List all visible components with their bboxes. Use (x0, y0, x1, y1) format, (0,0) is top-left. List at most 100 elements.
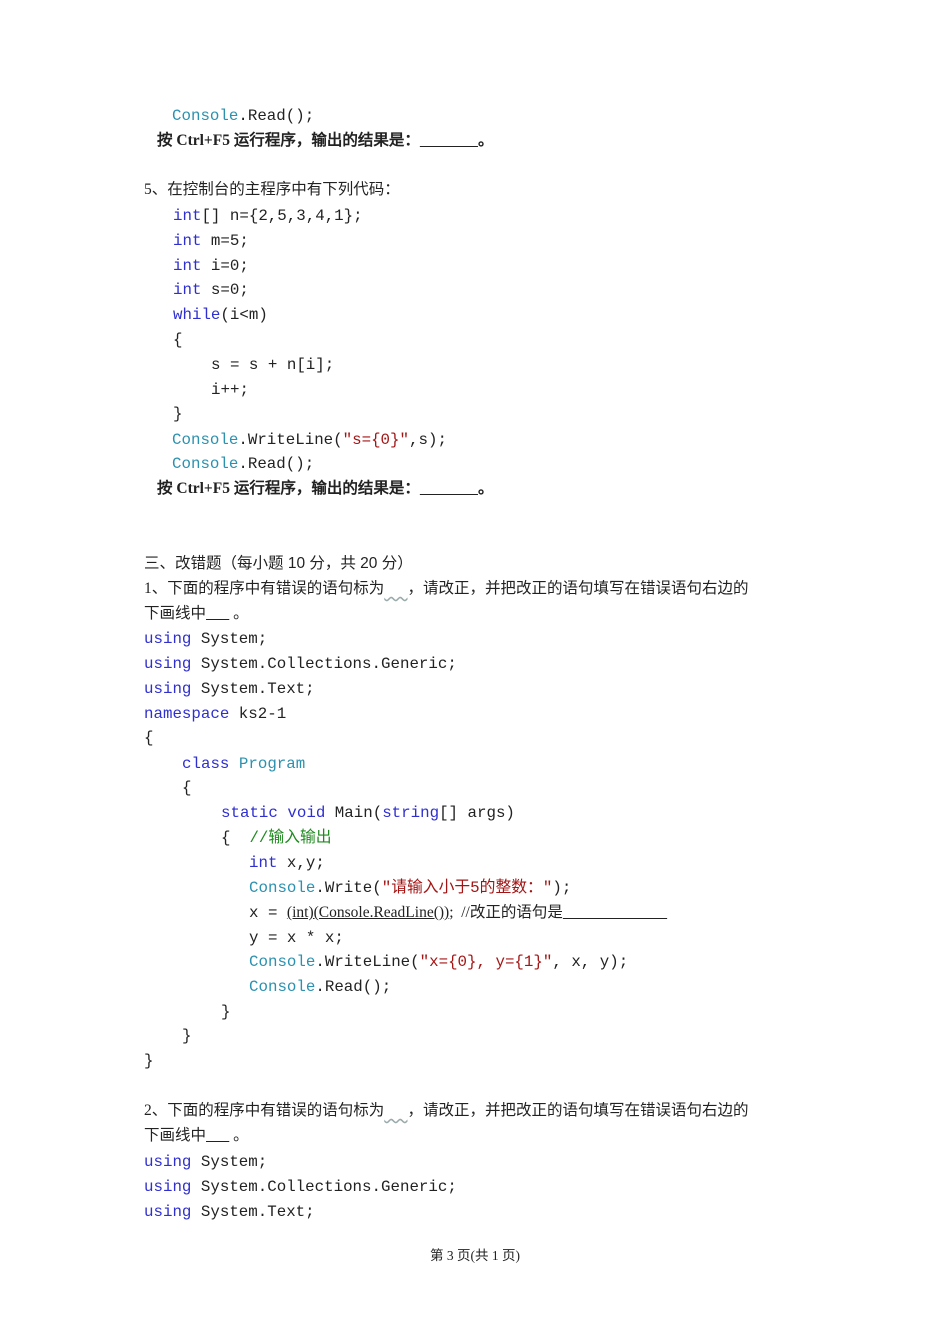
text-segment: .Write( (315, 879, 382, 897)
code-line: while(i<m) (173, 305, 268, 325)
code-line: using System.Collections.Generic; (144, 1177, 457, 1197)
text-segment: .Read(); (238, 455, 315, 473)
code-line: y = x * x; (249, 928, 344, 948)
page-footer: 第 3 页(共 1 页) (430, 1248, 520, 1263)
text-segment: 。 (229, 605, 249, 622)
text-segment: System.Collections.Generic; (191, 1178, 457, 1196)
text-segment: 。 (477, 480, 494, 497)
code-line: Console.WriteLine("s={0}",s); (172, 430, 447, 450)
text-segment: 按 Ctrl+F5 运行程序，输出的结果是： (157, 480, 420, 497)
code-line: s = s + n[i]; (211, 355, 334, 375)
text-segment: i++; (211, 381, 249, 399)
answer-blank-wavy (384, 580, 407, 597)
code-type: Console (249, 879, 316, 897)
text-segment: 三、改错题（ (144, 555, 238, 572)
code-line: int[] n={2,5,3,4,1}; (173, 206, 363, 226)
error-statement: (int)(Console.ReadLine()) (286, 904, 450, 921)
text-segment: Main( (325, 804, 383, 822)
code-keyword: using (144, 1178, 192, 1196)
answer-blank (420, 132, 478, 149)
code-line: Console.Read(); (172, 454, 314, 474)
code-line: } (144, 1051, 153, 1071)
text-segment: ） (397, 555, 413, 572)
text-segment: System.Collections.Generic; (191, 655, 457, 673)
answer-blank-wavy (384, 1102, 407, 1119)
code-keyword: int (173, 257, 202, 275)
code-comment: //输入输出 (249, 829, 332, 847)
code-string: "s={0}" (342, 431, 409, 449)
text-segment: x = (249, 904, 287, 922)
code-string: "请输入小于5的整数：" (381, 879, 553, 897)
text-segment: { (173, 331, 183, 349)
code-keyword: int (173, 232, 202, 250)
text-segment: } (173, 405, 183, 423)
code-line: i++; (211, 380, 249, 400)
answer-blank (206, 605, 229, 622)
code-line: { (182, 778, 191, 798)
code-line: } (182, 1026, 191, 1046)
code-keyword: using (144, 1203, 192, 1221)
code-keyword: int (173, 207, 202, 225)
text-line: 2、下面的程序中有错误的语句标为 ，请改正，并把改正的语句填写在错误语句右边的 (144, 1101, 749, 1121)
text-segment: s=0; (201, 281, 249, 299)
code-keyword: int (249, 854, 278, 872)
code-type: Console (249, 978, 316, 996)
text-segment: i=0; (201, 257, 249, 275)
code-line: using System.Text; (144, 1202, 315, 1222)
code-type: Console (249, 953, 316, 971)
code-type: Console (172, 431, 239, 449)
text-segment (229, 755, 238, 773)
text-segment: (i<m) (220, 306, 268, 324)
code-line: Console.Read(); (249, 977, 391, 997)
text-segment: 。 (477, 132, 494, 149)
code-keyword: while (173, 306, 221, 324)
code-line: using System.Text; (144, 679, 315, 699)
text-segment: s = s + n[i]; (211, 356, 335, 374)
code-line: static void Main(string[] args) (221, 803, 515, 823)
code-keyword: string (382, 804, 440, 822)
code-string: "x={0}, y={1}" (419, 953, 553, 971)
code-keyword: static (221, 804, 278, 822)
text-segment: [] args) (439, 804, 515, 822)
code-keyword: using (144, 1153, 192, 1171)
text-segment: System; (191, 1153, 268, 1171)
text-segment: ，请改正，并把改正的语句填写在错误语句右边的 (407, 580, 749, 597)
answer-blank (206, 1127, 229, 1144)
text-line: 5、在控制台的主程序中有下列代码： (144, 180, 400, 200)
text-segment: 。 (229, 1127, 249, 1144)
code-line: int m=5; (173, 231, 249, 251)
text-segment: { (221, 829, 250, 847)
code-type: Console (172, 107, 239, 125)
text-segment: ks2-1 (229, 705, 287, 723)
text-segment: System; (191, 630, 268, 648)
text-segment: 下画线中 (144, 605, 207, 622)
text-segment: ，请改正，并把改正的语句填写在错误语句右边的 (407, 1102, 749, 1119)
text-segment: .WriteLine( (315, 953, 420, 971)
code-keyword: using (144, 680, 192, 698)
code-line: x = (int)(Console.ReadLine()); //改正的语句是 (249, 903, 667, 923)
text-segment: .WriteLine( (238, 431, 343, 449)
text-segment: 2、下面的程序中有错误的语句标为 (144, 1102, 385, 1119)
code-line: class Program (182, 754, 305, 774)
text-segment: System.Text; (191, 1203, 315, 1221)
code-keyword: namespace (144, 705, 230, 723)
code-type: Program (238, 755, 306, 773)
text-segment: 1、下面的程序中有错误的语句标为 (144, 580, 385, 597)
code-line: using System; (144, 629, 267, 649)
text-segment: , x, y); (552, 953, 629, 971)
text-line: 按 Ctrl+F5 运行程序，输出的结果是： 。 (157, 479, 493, 499)
code-line: } (173, 404, 182, 424)
text-line: 三、改错题（每小题 10 分，共 20 分） (144, 554, 413, 574)
code-keyword: int (173, 281, 202, 299)
text-segment: 下画线中 (144, 1127, 207, 1144)
code-line: namespace ks2-1 (144, 704, 286, 724)
text-line: 下画线中 。 (144, 604, 249, 624)
code-line: int x,y; (249, 853, 325, 873)
code-line: int s=0; (173, 280, 249, 300)
code-line: { (144, 728, 153, 748)
text-segment: 每小题 10 分，共 20 分 (237, 555, 398, 572)
text-line: 下画线中 。 (144, 1126, 249, 1146)
code-keyword: using (144, 655, 192, 673)
answer-blank (420, 480, 478, 497)
code-keyword: using (144, 630, 192, 648)
